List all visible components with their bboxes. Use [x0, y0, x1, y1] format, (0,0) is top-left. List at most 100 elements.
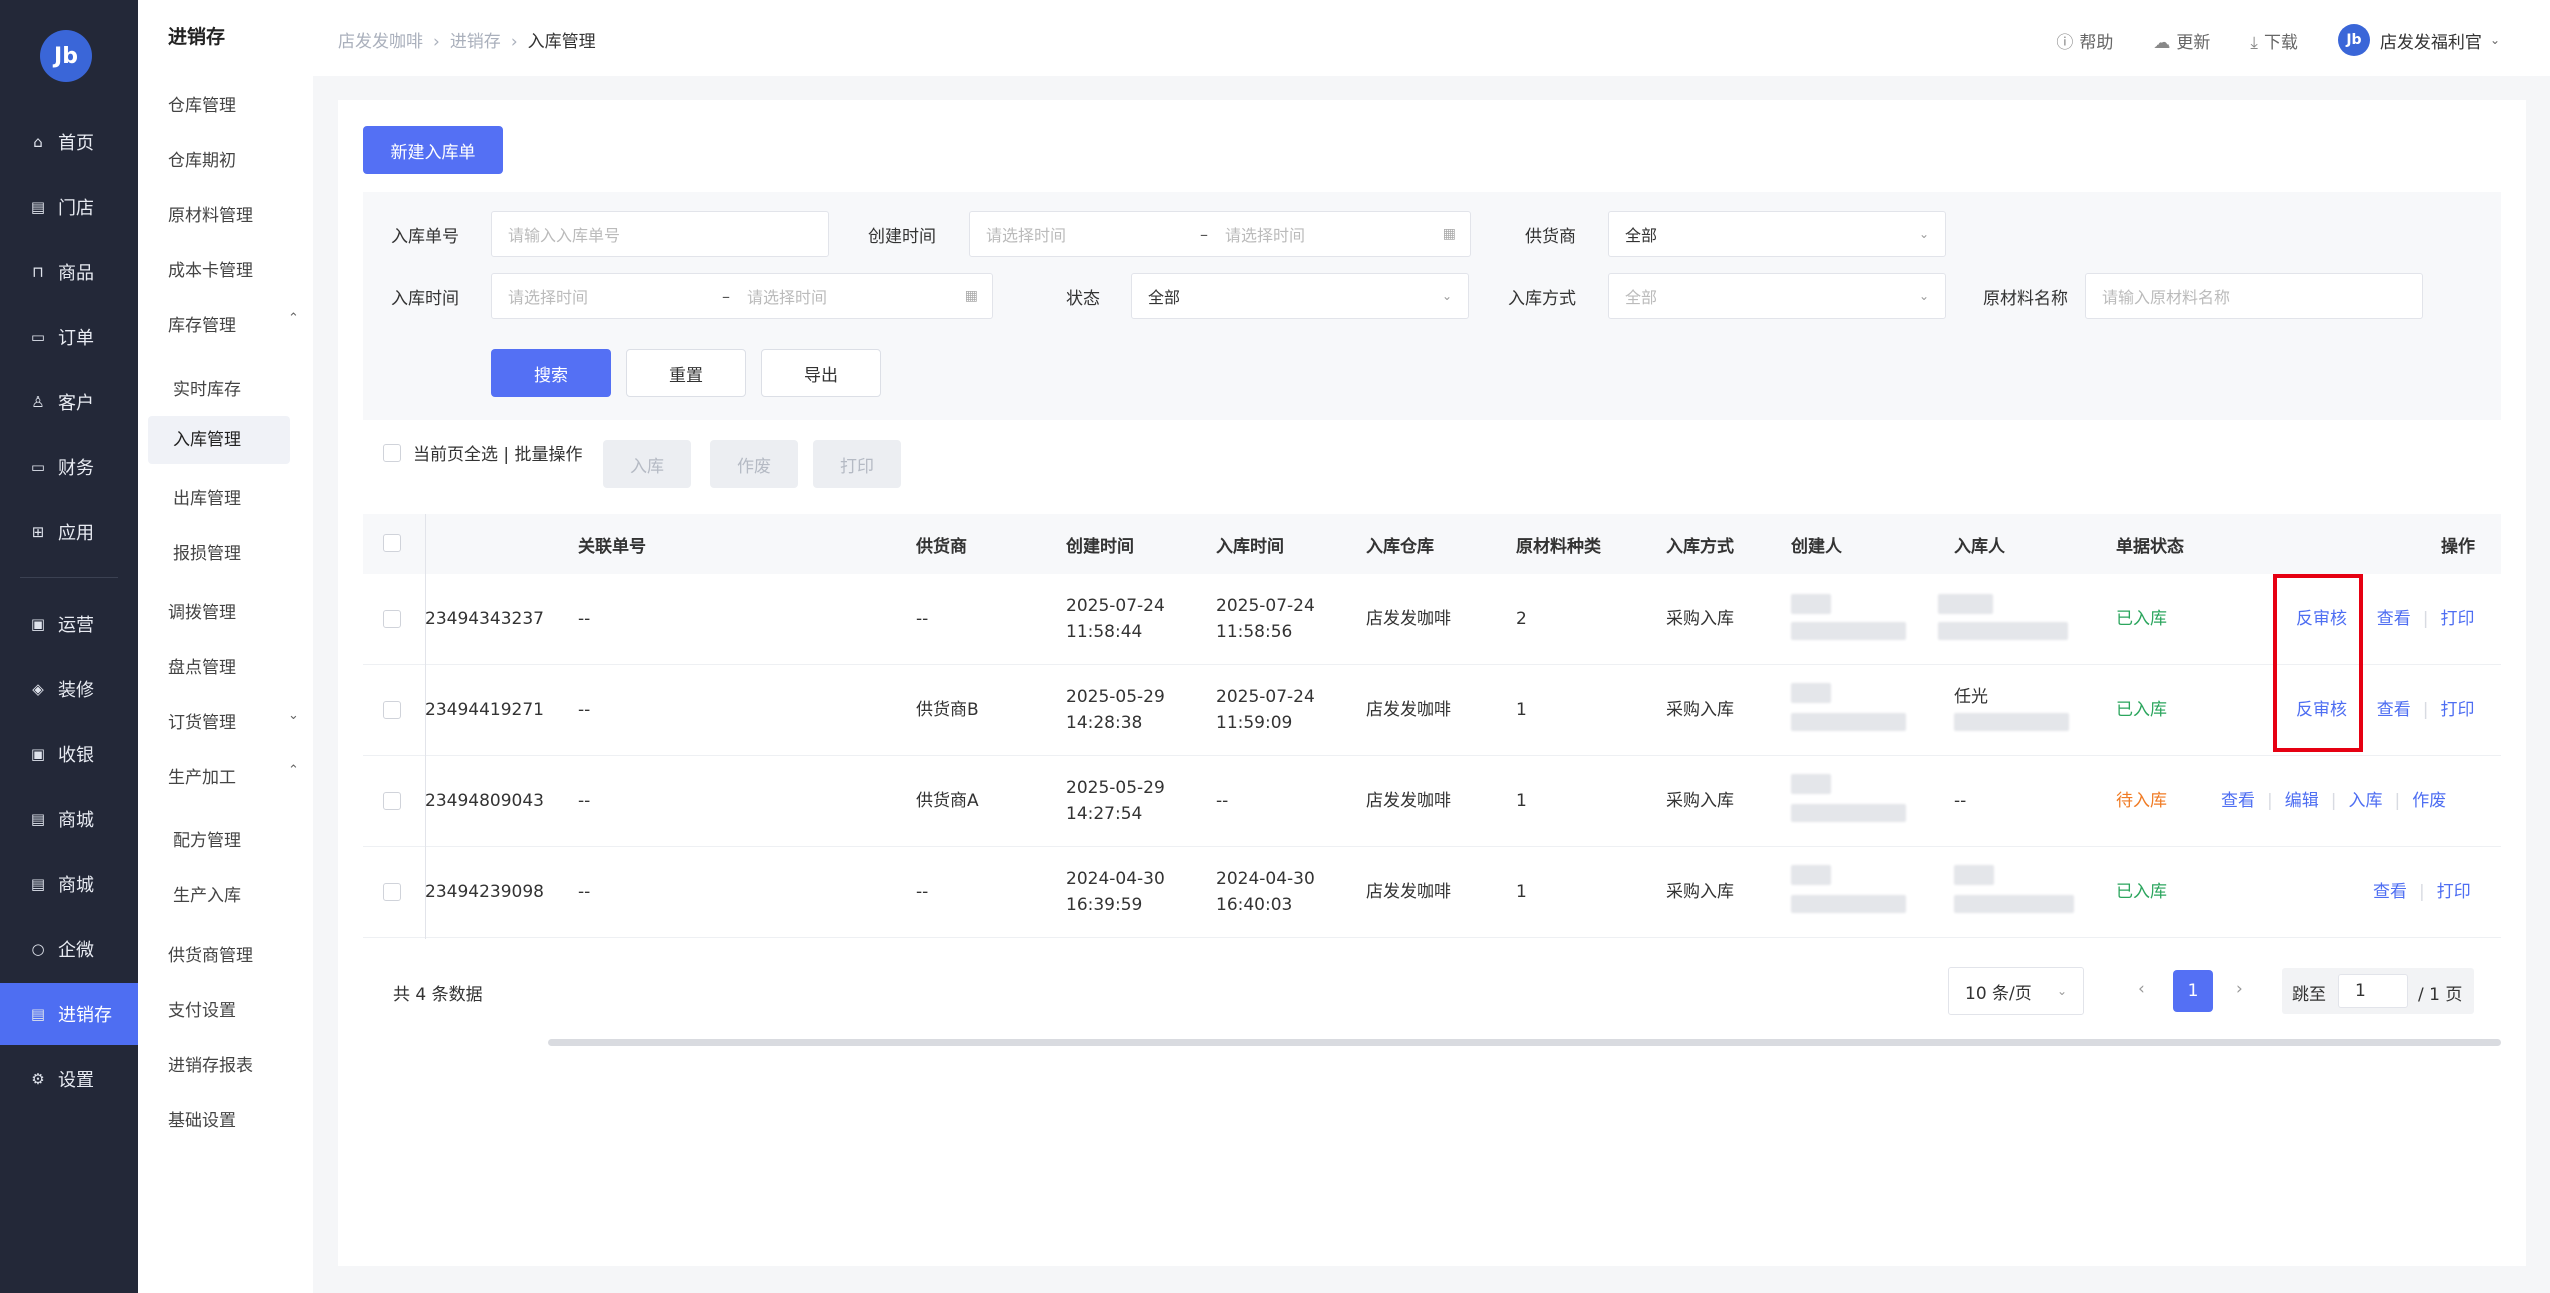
- nav-item-mall-2[interactable]: ▤ 商城: [0, 857, 138, 911]
- submenu-group-stock[interactable]: 库存管理 ⌃: [168, 311, 308, 336]
- avatar: Jb: [2337, 24, 2370, 56]
- void-link[interactable]: 作废: [2412, 791, 2446, 811]
- submenu-item-outbound[interactable]: 出库管理: [173, 484, 241, 509]
- cell-date: 2025-07-24: [1066, 596, 1165, 616]
- submenu-item-recipe[interactable]: 配方管理: [173, 826, 241, 851]
- submenu-item-payment[interactable]: 支付设置: [168, 996, 236, 1021]
- nav-item-inventory[interactable]: ▤ 进销存: [0, 983, 138, 1045]
- nav-item-home[interactable]: ⌂ 首页: [0, 115, 138, 169]
- submenu-item-suppliers[interactable]: 供货商管理: [168, 941, 253, 966]
- nav-item-cashier[interactable]: ▣ 收银: [0, 727, 138, 781]
- settings-icon: ⚙: [31, 1070, 45, 1088]
- submenu-item-warehouse[interactable]: 仓库管理: [168, 91, 236, 116]
- export-button[interactable]: 导出: [761, 349, 881, 397]
- submenu-label: 仓库管理: [168, 96, 236, 116]
- submenu-item-report[interactable]: 进销存报表: [168, 1051, 253, 1076]
- nav-item-mall[interactable]: ▤ 商城: [0, 792, 138, 846]
- view-link[interactable]: 查看: [2373, 882, 2407, 902]
- horizontal-scrollbar[interactable]: [548, 1039, 2501, 1046]
- range-end[interactable]: 请选择时间: [747, 284, 827, 308]
- print-link[interactable]: 打印: [2437, 882, 2471, 902]
- row-checkbox[interactable]: [383, 883, 401, 901]
- submenu-item-basic-settings[interactable]: 基础设置: [168, 1106, 236, 1131]
- range-start[interactable]: 请选择时间: [986, 222, 1066, 246]
- select-all-checkbox[interactable]: [383, 443, 401, 462]
- submenu-title: 进销存: [168, 26, 226, 48]
- nav-item-operation[interactable]: ▣ 运营: [0, 597, 138, 651]
- row-checkbox[interactable]: [383, 610, 401, 628]
- nav-item-finance[interactable]: ▭ 财务: [0, 440, 138, 494]
- submenu-item-inbound[interactable]: 入库管理: [148, 416, 290, 464]
- breadcrumb-item[interactable]: 店发发咖啡: [338, 32, 423, 52]
- range-start[interactable]: 请选择时间: [508, 284, 588, 308]
- page-size-select[interactable]: 10 条/页 ⌄: [1948, 967, 2084, 1015]
- submenu-item-loss[interactable]: 报损管理: [173, 539, 241, 564]
- cell-date: 2024-04-30: [1216, 869, 1315, 889]
- update-button[interactable]: ☁ 更新: [2153, 28, 2210, 53]
- cell-warehouse: 店发发咖啡: [1366, 791, 1451, 811]
- create-time-range[interactable]: 请选择时间 – 请选择时间 ▦: [969, 211, 1471, 257]
- status-select[interactable]: 全部 ⌄: [1131, 273, 1469, 319]
- submenu-group-production[interactable]: 生产加工 ⌃: [168, 763, 308, 788]
- submenu-label: 报损管理: [173, 544, 241, 564]
- submenu-item-stocktake[interactable]: 盘点管理: [168, 653, 236, 678]
- help-button[interactable]: ⓘ 帮助: [2056, 28, 2113, 53]
- goto-input[interactable]: 1: [2338, 974, 2408, 1008]
- submenu-item-realtime-stock[interactable]: 实时库存: [173, 375, 241, 400]
- bulk-void-button[interactable]: 作废: [710, 440, 798, 488]
- next-page-icon[interactable]: ›: [2236, 979, 2243, 999]
- row-checkbox[interactable]: [383, 701, 401, 719]
- cashier-icon: ▣: [30, 745, 46, 763]
- in-time-range[interactable]: 请选择时间 – 请选择时间 ▦: [491, 273, 993, 319]
- cell-in-time: 2024-04-30 16:40:03: [1216, 866, 1315, 918]
- inbound-link[interactable]: 入库: [2348, 791, 2382, 811]
- search-button[interactable]: 搜索: [491, 349, 611, 397]
- nav-item-store[interactable]: ▤ 门店: [0, 180, 138, 234]
- nav-item-customer[interactable]: ♙ 客户: [0, 375, 138, 429]
- new-inbound-button[interactable]: 新建入库单: [363, 126, 503, 174]
- view-link[interactable]: 查看: [2377, 700, 2411, 720]
- row-checkbox[interactable]: [383, 792, 401, 810]
- reset-button[interactable]: 重置: [626, 349, 746, 397]
- view-link[interactable]: 查看: [2221, 791, 2255, 811]
- nav-item-wecom[interactable]: ○ 企微: [0, 922, 138, 976]
- cell-id[interactable]: 23494239098: [425, 879, 544, 905]
- view-link[interactable]: 查看: [2377, 609, 2411, 629]
- nav-item-decoration[interactable]: ◈ 装修: [0, 662, 138, 716]
- cell-id[interactable]: 23494343237: [425, 606, 544, 632]
- cell-id[interactable]: 23494809043: [425, 788, 544, 814]
- submenu-item-transfer[interactable]: 调拨管理: [168, 598, 236, 623]
- submenu-item-production-inbound[interactable]: 生产入库: [173, 881, 241, 906]
- redacted-creator: [1791, 774, 1831, 794]
- print-link[interactable]: 打印: [2440, 609, 2474, 629]
- prev-page-icon[interactable]: ‹: [2138, 979, 2145, 999]
- edit-link[interactable]: 编辑: [2285, 791, 2319, 811]
- submenu-item-materials[interactable]: 原材料管理: [168, 201, 253, 226]
- print-link[interactable]: 打印: [2440, 700, 2474, 720]
- nav-item-settings[interactable]: ⚙ 设置: [0, 1052, 138, 1106]
- user-menu[interactable]: Jb 店发发福利官 ⌄: [2337, 24, 2500, 56]
- nav-item-order[interactable]: ▭ 订单: [0, 310, 138, 364]
- submenu-label: 调拨管理: [168, 603, 236, 623]
- redacted-creator: [1791, 683, 1831, 703]
- submenu-group-ordering[interactable]: 订货管理 ⌄: [168, 708, 308, 733]
- method-select[interactable]: 全部 ⌄: [1608, 273, 1946, 319]
- range-end[interactable]: 请选择时间: [1225, 222, 1305, 246]
- submenu-item-cost-card[interactable]: 成本卡管理: [168, 256, 253, 281]
- header-checkbox[interactable]: [383, 534, 401, 552]
- breadcrumb-item[interactable]: 进销存: [450, 32, 501, 52]
- redacted-creator: [1791, 895, 1906, 913]
- nav-item-goods[interactable]: ⊓ 商品: [0, 245, 138, 299]
- nav-item-apps[interactable]: ⊞ 应用: [0, 505, 138, 559]
- bulk-inbound-button[interactable]: 入库: [603, 440, 691, 488]
- app-logo[interactable]: Jb: [40, 30, 92, 82]
- page-1-button[interactable]: 1: [2173, 970, 2213, 1012]
- cell-id[interactable]: 23494419271: [425, 697, 544, 723]
- supplier-select[interactable]: 全部 ⌄: [1608, 211, 1946, 257]
- material-input[interactable]: 请输入原材料名称: [2085, 273, 2423, 319]
- order-no-input[interactable]: 请输入入库单号: [491, 211, 829, 257]
- submenu-item-warehouse-initial[interactable]: 仓库期初: [168, 146, 236, 171]
- download-button[interactable]: ⤓ 下载: [2250, 28, 2298, 53]
- redacted-receiver: [1938, 594, 1993, 614]
- bulk-print-button[interactable]: 打印: [813, 440, 901, 488]
